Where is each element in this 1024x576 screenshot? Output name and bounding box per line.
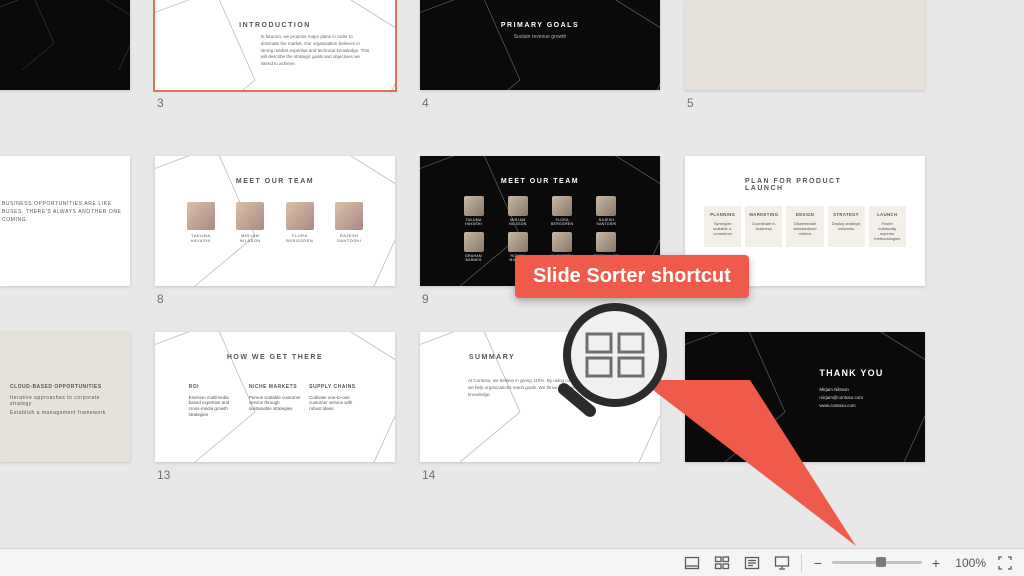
team-member: TAKUMA HAYASHI [458, 196, 488, 226]
slide-title: MEET OUR TEAM [501, 178, 579, 185]
slide-thumbnail[interactable]: HOW WE GET THERE ROIEnvision multimedia b… [155, 332, 395, 462]
team-member: FLORA BERGGREN [547, 196, 577, 226]
zoom-in-button[interactable]: + [928, 555, 944, 571]
slide-number: 13 [155, 462, 395, 482]
slide-number [0, 286, 130, 292]
slide-thumbnail[interactable] [0, 0, 130, 90]
column: SUPPLY CHAINSCultivate one-to-one custom… [309, 384, 361, 418]
quote-text: BUSINESS OPPORTUNITIES ARE LIKE BUSES. T… [2, 200, 122, 224]
fit-to-window-button[interactable] [994, 552, 1016, 574]
plan-phase: PLANNINGSynergize scalable e-commerce [704, 206, 741, 247]
team-member: RAJESH SANTOSHI [332, 202, 366, 243]
zoom-slider-track[interactable] [832, 561, 922, 564]
zoom-percent[interactable]: 100% [952, 556, 986, 570]
chart-bars [709, 2, 901, 72]
slide-title: PRIMARY GOALS [501, 22, 579, 29]
slide-thumbnail[interactable] [685, 0, 925, 90]
team-member: GRAHAM BARNES [458, 232, 488, 262]
slide-title: THANK YOU [819, 368, 883, 378]
column: NICHE MARKETSPursue scalable customer se… [249, 384, 301, 418]
team-member: MIRJAM NILSSON [233, 202, 267, 243]
slide-number: 5 [685, 90, 925, 110]
annotation-callout: Slide Sorter shortcut [515, 255, 749, 298]
slide-number [0, 90, 130, 96]
slide-title: INTRODUCTION [239, 22, 311, 29]
slide-thumbnail[interactable]: BUSINESS OPPORTUNITIES ARE LIKE BUSES. T… [0, 156, 130, 286]
slide-number [0, 462, 130, 468]
slide-thumbnail[interactable]: INTRODUCTION In futurum, we propose major… [155, 0, 395, 90]
magnifier-graphic [540, 300, 690, 455]
slide-number: 4 [420, 90, 660, 110]
slide-thumbnail[interactable]: MEET OUR TEAM TAKUMA HAYASHI MIRJAM NILSSO… [155, 156, 395, 286]
slide-heading: CLOUD-BASED OPPORTUNITIES [10, 384, 120, 390]
slide-title: PLAN FOR PRODUCT LAUNCH [745, 178, 865, 192]
slide-subtitle: Sustain revenue growth [514, 34, 567, 40]
plan-phase: MARKETINGCoordinate e-business [745, 206, 782, 247]
slide-number: 8 [155, 286, 395, 306]
slide-title: MEET OUR TEAM [236, 178, 314, 185]
team-member: TAKUMA HAYASHI [184, 202, 218, 243]
team-member: FLORA BERGGREN [283, 202, 317, 243]
plan-phase: LAUNCHFoster holistically superior metho… [869, 206, 906, 247]
slide-title: SUMMARY [469, 354, 515, 361]
slide-title: HOW WE GET THERE [227, 354, 323, 361]
plan-phase: DESIGNDisseminate standardized metrics [786, 206, 823, 247]
team-member: MIRJAM NILSSON [503, 196, 533, 226]
slide-number: 3 [155, 90, 395, 110]
team-member: RAJESH SANTOSHI [591, 196, 621, 226]
slide-thumbnail[interactable]: PRIMARY GOALS Sustain revenue growth [420, 0, 660, 90]
plan-phase: STRATEGYDeploy strategic networks [828, 206, 865, 247]
column: ROIEnvision multimedia based expertise a… [189, 384, 241, 418]
slide-thumbnail[interactable]: CLOUD-BASED OPPORTUNITIESIterative appro… [0, 332, 130, 462]
slide-body: In futurum, we propose major plans in or… [261, 34, 371, 68]
slide-number: 14 [420, 462, 660, 482]
